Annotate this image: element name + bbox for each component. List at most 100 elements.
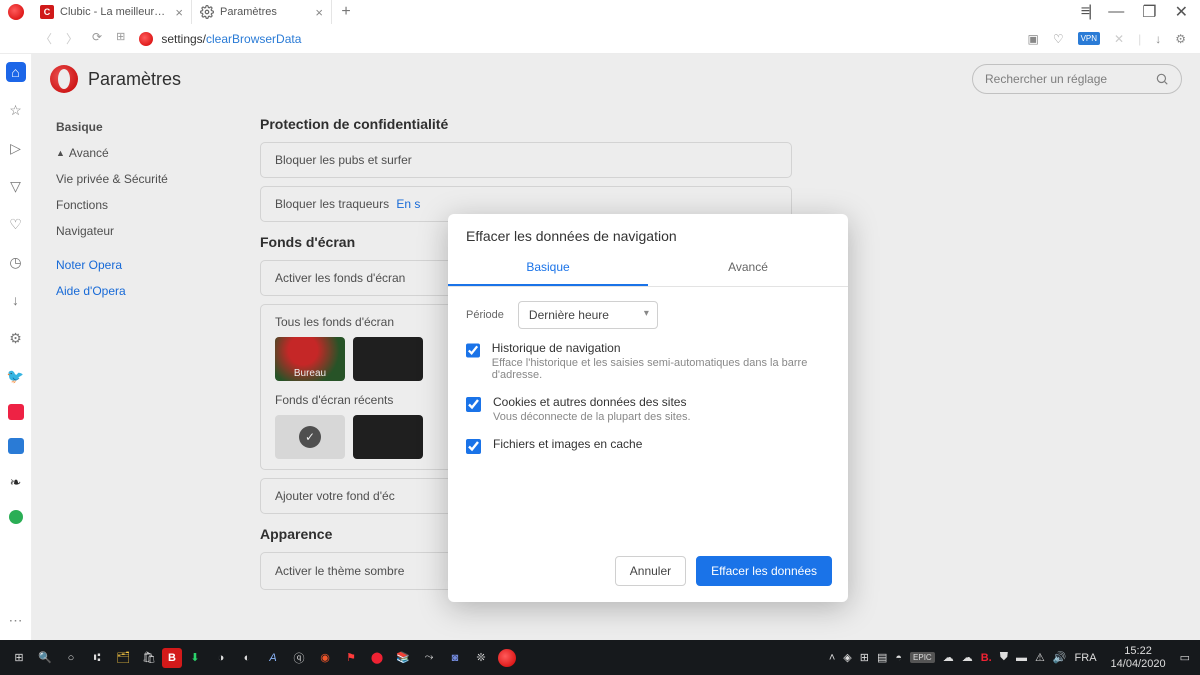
tray-icon[interactable]: ▤ [877, 651, 887, 664]
tray-wifi-icon[interactable]: ⚠ [1035, 651, 1045, 664]
app-icon-green[interactable] [9, 510, 23, 524]
history-icon[interactable]: ◷ [6, 252, 26, 272]
url-field[interactable]: settings/clearBrowserData [139, 32, 1013, 46]
check-desc: Vous déconnecte de la plupart des sites. [493, 411, 691, 423]
home-icon[interactable]: ⌂ [6, 62, 26, 82]
tray-chevron-icon[interactable]: ˄ [829, 652, 835, 664]
snapshot-icon[interactable]: ▣ [1027, 32, 1038, 46]
app-icon[interactable]: 📚 [390, 645, 416, 671]
twitter-icon[interactable]: 🐦 [6, 366, 26, 386]
tray-icon[interactable]: B. [981, 652, 992, 664]
gear-icon [200, 5, 214, 19]
checkbox-cookies[interactable] [466, 397, 481, 412]
tray-volume-icon[interactable]: 🔊 [1053, 651, 1067, 664]
download-icon[interactable]: ↓ [6, 290, 26, 310]
forward-button[interactable]: 〉 [66, 30, 78, 47]
app-icon[interactable]: ◑ [208, 645, 234, 671]
check-history[interactable]: Historique de navigation Efface l'histor… [466, 341, 830, 381]
clear-data-modal: Effacer les données de navigation Basiqu… [448, 214, 848, 602]
explorer-icon[interactable]: 🗂 [110, 645, 136, 671]
close-window-button[interactable]: ✕ [1175, 2, 1188, 22]
tray-clock[interactable]: 15:22 14/04/2020 [1105, 645, 1172, 669]
notifications-icon[interactable]: ▭ [1180, 651, 1190, 664]
app-b-icon[interactable]: B [162, 648, 182, 668]
reload-button[interactable]: ⟳ [92, 30, 102, 47]
windows-taskbar: ⊞ 🔍 ○ ⑆ 🗂 🛍 B ⬇ ◑ ◐ A ⓠ ◉ ⚑ ⬤ 📚 ⤳ ◙ ❊ ˄ … [0, 640, 1200, 675]
slack-icon[interactable]: ❊ [468, 645, 494, 671]
leaf-icon[interactable]: ❧ [6, 472, 26, 492]
app-icon[interactable]: ⬤ [364, 645, 390, 671]
close-icon[interactable]: × [175, 5, 183, 20]
download-icon[interactable]: ↓ [1155, 32, 1161, 46]
easy-setup-icon[interactable]: ⚙ [1175, 32, 1186, 46]
store-icon[interactable]: 🛍 [136, 645, 162, 671]
check-title: Fichiers et images en cache [493, 437, 642, 451]
modal-tab-advanced[interactable]: Avancé [648, 250, 848, 286]
tray-lang[interactable]: FRA [1075, 652, 1097, 664]
heart-icon[interactable]: ♡ [1053, 32, 1064, 46]
checkbox-history[interactable] [466, 343, 480, 358]
tray-cloud-icon[interactable]: ☁ [943, 651, 954, 664]
app-icon-red[interactable] [8, 404, 24, 420]
app-icon[interactable]: ◉ [312, 645, 338, 671]
checkbox-cache[interactable] [466, 439, 481, 454]
app-a-icon[interactable]: A [260, 645, 286, 671]
tray-battery-icon[interactable]: ▬ [1016, 652, 1027, 664]
speed-dial-icon[interactable]: ⊞ [116, 30, 125, 47]
task-view-icon[interactable]: ⑆ [84, 645, 110, 671]
vpn-icon[interactable]: VPN [1078, 32, 1100, 45]
close-icon[interactable]: × [315, 5, 323, 20]
search-button[interactable]: 🔍 [32, 645, 58, 671]
tray-icon[interactable]: ⊞ [860, 651, 869, 664]
app-q-icon[interactable]: ⓠ [286, 645, 312, 671]
window-controls: ≡| — ❐ ✕ [1069, 0, 1200, 24]
minimize-button[interactable]: — [1108, 3, 1124, 21]
tray-icon[interactable]: ◓ [895, 652, 902, 664]
opera-taskbar-icon[interactable] [494, 645, 520, 671]
app-icon-blue[interactable] [8, 438, 24, 454]
back-button[interactable]: 〈 [40, 30, 52, 47]
period-select[interactable]: Dernière heure [518, 301, 658, 329]
modal-title: Effacer les données de navigation [448, 214, 848, 250]
app-icon[interactable]: ⚑ [338, 645, 364, 671]
adblock-icon[interactable]: ✕ [1114, 32, 1124, 46]
tray-cloud-icon[interactable]: ☁ [962, 651, 973, 664]
address-bar: 〈 〉 ⟳ ⊞ settings/clearBrowserData ▣ ♡ VP… [0, 24, 1200, 54]
more-icon[interactable]: ⋯ [6, 610, 26, 630]
tab-clubic[interactable]: C Clubic - La meilleure sourc × [32, 0, 192, 24]
clear-data-button[interactable]: Effacer les données [696, 556, 832, 586]
opera-menu-button[interactable] [0, 0, 32, 24]
settings-content: Paramètres Rechercher un réglage Basique… [32, 54, 1200, 640]
tab-settings[interactable]: Paramètres × [192, 0, 332, 24]
start-button[interactable]: ⊞ [6, 645, 32, 671]
play-icon[interactable]: ▷ [6, 138, 26, 158]
cortana-icon[interactable]: ○ [58, 645, 84, 671]
divider-icon: | [1138, 32, 1141, 46]
app-icon[interactable]: ◐ [234, 645, 260, 671]
check-cache[interactable]: Fichiers et images en cache [466, 437, 830, 454]
star-icon[interactable]: ☆ [6, 100, 26, 120]
check-cookies[interactable]: Cookies et autres données des sites Vous… [466, 395, 830, 423]
app-green-icon[interactable]: ⬇ [182, 645, 208, 671]
heart-icon[interactable]: ♡ [6, 214, 26, 234]
check-title: Cookies et autres données des sites [493, 395, 691, 409]
maximize-button[interactable]: ❐ [1142, 2, 1156, 22]
steam-icon[interactable]: ⤳ [416, 645, 442, 671]
tab-title: Paramètres [220, 6, 309, 18]
tray-icon[interactable]: ◈ [843, 651, 851, 664]
tab-title: Clubic - La meilleure sourc [60, 6, 169, 18]
modal-tab-basic[interactable]: Basique [448, 250, 648, 286]
cancel-button[interactable]: Annuler [615, 556, 686, 586]
check-title: Historique de navigation [492, 341, 830, 355]
favicon-clubic: C [40, 5, 54, 19]
speed-dial-icon[interactable]: ▽ [6, 176, 26, 196]
tray-icon[interactable]: EPIC [910, 652, 935, 663]
check-desc: Efface l'historique et les saisies semi-… [492, 357, 830, 381]
tray-icon[interactable]: ⛊ [1000, 651, 1008, 664]
discord-icon[interactable]: ◙ [442, 645, 468, 671]
gear-icon[interactable]: ⚙ [6, 328, 26, 348]
new-tab-button[interactable]: + [332, 0, 360, 24]
menu-icon[interactable]: ≡| [1081, 3, 1091, 21]
period-label: Période [466, 309, 504, 321]
opera-icon [139, 32, 153, 46]
